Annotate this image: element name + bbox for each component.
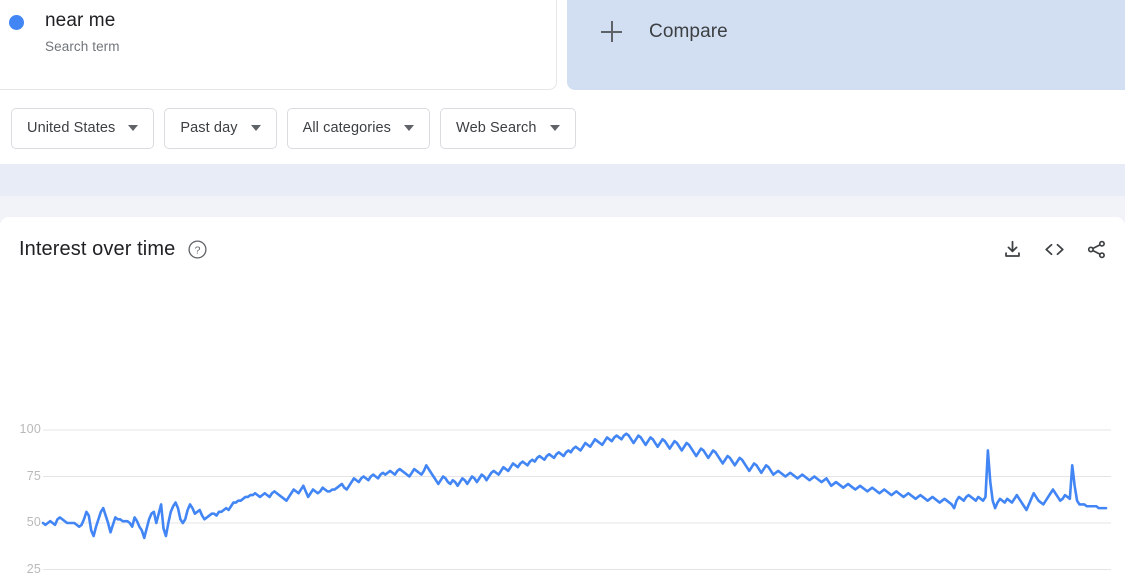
search-terms-row: near me Search term Compare xyxy=(0,0,1125,92)
search-term-card[interactable]: near me Search term xyxy=(0,0,557,90)
y-axis-tick-label: 75 xyxy=(26,468,41,483)
filter-chip-search-type[interactable]: Web Search xyxy=(440,107,576,149)
y-axis-tick-label: 25 xyxy=(26,561,41,576)
filter-chip-time-range[interactable]: Past day xyxy=(164,107,277,149)
filter-chip-label: Web Search xyxy=(456,120,537,136)
filter-chip-location[interactable]: United States xyxy=(11,107,155,149)
filter-chip-label: Past day xyxy=(180,120,238,136)
compare-label: Compare xyxy=(649,21,728,42)
chevron-down-icon xyxy=(128,125,139,131)
filter-chip-label: United States xyxy=(27,120,116,136)
filter-chip-label: All categories xyxy=(302,120,392,136)
embed-code-icon[interactable] xyxy=(1043,239,1066,260)
svg-text:?: ? xyxy=(195,244,201,256)
filter-chip-category[interactable]: All categories xyxy=(286,107,431,149)
filters-bar: United States Past day All categories We… xyxy=(0,92,1125,164)
y-axis-tick-label: 50 xyxy=(26,515,41,529)
google-trends-page: near me Search term Compare United State… xyxy=(0,0,1125,579)
plus-icon xyxy=(601,21,623,43)
chevron-down-icon xyxy=(404,125,415,131)
share-icon[interactable] xyxy=(1086,239,1107,260)
page-title: Interest over time xyxy=(19,237,176,260)
help-circle-icon[interactable]: ? xyxy=(187,239,208,260)
compare-button[interactable]: Compare xyxy=(567,0,1125,90)
chevron-down-icon xyxy=(250,125,261,131)
chart-header: Interest over time ? xyxy=(0,217,1125,281)
chart-actions xyxy=(1002,239,1107,260)
interest-over-time-card: Interest over time ? 100 75 50 25 xyxy=(0,217,1125,579)
chart-svg xyxy=(41,429,1111,570)
chevron-down-icon xyxy=(549,125,560,131)
series-color-dot-icon xyxy=(9,15,24,30)
interest-over-time-chart[interactable]: 100 75 50 25 Sep 13 at… Sep 13 at 7:22 P… xyxy=(0,281,1125,579)
section-band-upper xyxy=(0,164,1125,196)
download-icon[interactable] xyxy=(1002,239,1023,260)
search-term-title: near me xyxy=(45,10,116,31)
y-axis-tick-label: 100 xyxy=(19,422,41,436)
search-term-subtitle: Search term xyxy=(45,39,120,54)
